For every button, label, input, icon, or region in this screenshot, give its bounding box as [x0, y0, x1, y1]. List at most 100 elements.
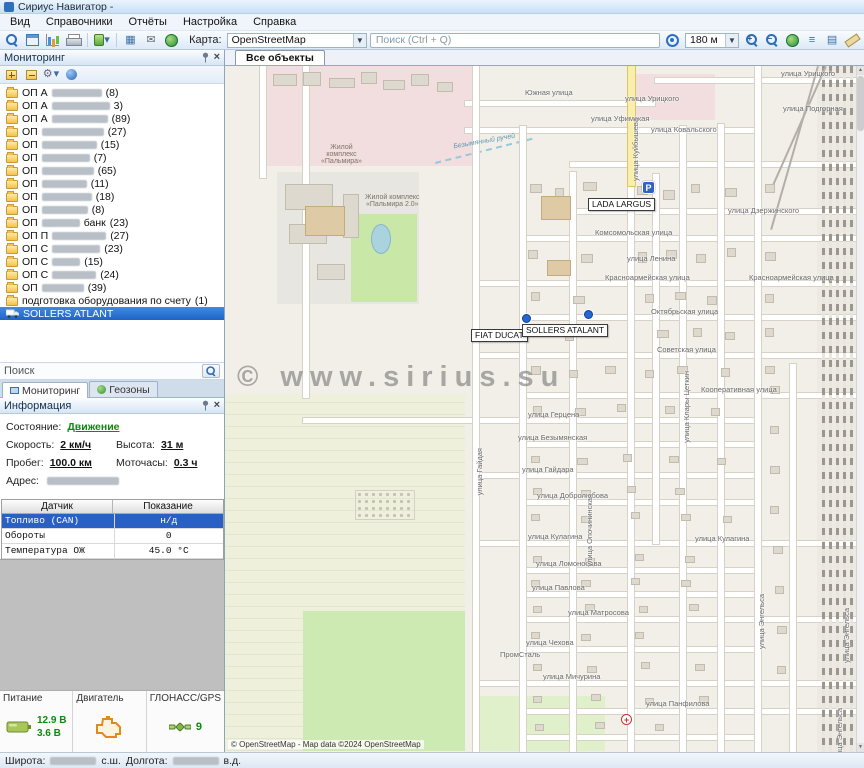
sensor-col-header[interactable]: Датчик [2, 500, 113, 513]
close-icon[interactable]: × [214, 400, 220, 411]
tree-row[interactable]: ОП А3) [0, 99, 224, 112]
window-icon [26, 34, 39, 46]
view-settings-button[interactable]: ⚙▾ [42, 67, 60, 82]
redacted-name [42, 284, 84, 292]
zoom-in-button[interactable]: + [743, 32, 761, 48]
gps-box[interactable]: ГЛОНАСС/GPS 9 [147, 691, 224, 752]
layers-button[interactable]: ▤ [823, 32, 841, 48]
tree-row[interactable]: ОП(8) [0, 203, 224, 216]
chevron-down-icon: ▼ [725, 34, 738, 47]
pin-icon[interactable] [201, 400, 210, 411]
search-tool-button[interactable] [3, 32, 20, 48]
map-tab-all-objects[interactable]: Все объекты [235, 50, 325, 65]
globe-button[interactable] [163, 32, 180, 48]
grid-view-button[interactable]: ▦ [122, 32, 139, 48]
tree-item-count: (89) [112, 113, 131, 125]
scroll-up-arrow[interactable]: ▲ [857, 66, 864, 75]
map-provider-select[interactable]: OpenStreetMap ▼ [227, 33, 367, 48]
street-name-label: улица Куйбышева [631, 118, 640, 181]
building [657, 330, 669, 338]
tab-monitoring[interactable]: Мониторинг [2, 382, 88, 398]
tree-row[interactable]: ОП П(27) [0, 229, 224, 242]
street-name-label: улица Опочининская [585, 494, 594, 567]
hours-value[interactable]: 0.3 ч [174, 457, 198, 469]
building [725, 332, 735, 340]
building [770, 426, 779, 434]
sensor-row[interactable]: Температура ОЖ45.0 °C [2, 544, 223, 559]
mail-button[interactable]: ✉ [142, 32, 159, 48]
tree-row[interactable]: ОП С(23) [0, 242, 224, 255]
street-name-label: Октябрьская улица [651, 307, 718, 316]
earth-button[interactable] [783, 32, 801, 48]
vehicle-marker[interactable] [584, 310, 593, 319]
tree-row[interactable]: ОП А(8) [0, 86, 224, 99]
map-scrollbar[interactable]: ▲ ▼ [856, 66, 864, 752]
building [573, 296, 585, 304]
engine-box[interactable]: Двигатель [73, 691, 146, 752]
folder-icon [6, 206, 18, 215]
tree-row[interactable]: SOLLERS ATLANT [0, 307, 224, 320]
tree-row[interactable]: ОП(39) [0, 281, 224, 294]
tree-row[interactable]: подготовка оборудования по счету(1) [0, 294, 224, 307]
tree-row[interactable]: ОП С(24) [0, 268, 224, 281]
expand-tree-button[interactable] [2, 67, 20, 82]
sensor-row[interactable]: Топливо (CAN)н/д [2, 514, 223, 529]
tree-row[interactable]: ОПбанк(23) [0, 216, 224, 229]
tree-row[interactable]: ОП(18) [0, 190, 224, 203]
tree-row[interactable]: ОП А(89) [0, 112, 224, 125]
tree-row[interactable]: ОП(27) [0, 125, 224, 138]
measure-button[interactable] [843, 32, 861, 48]
locate-button[interactable] [663, 32, 681, 48]
window-tool-button[interactable] [23, 32, 40, 48]
scrollbar-thumb[interactable] [857, 76, 864, 131]
menu-item-3[interactable]: Настройка [175, 15, 245, 29]
street-name-label: улица Ковальского [651, 125, 717, 134]
mileage-value[interactable]: 100.0 км [50, 457, 92, 469]
tree-search-input[interactable] [38, 364, 198, 378]
building [317, 264, 345, 280]
sensor-value: 0 [115, 529, 224, 543]
folder-icon [6, 245, 18, 254]
building [635, 632, 644, 639]
tree-row[interactable]: ОП(11) [0, 177, 224, 190]
power-main-value: 12.9 В [37, 715, 66, 726]
tree-row[interactable]: ОП(15) [0, 138, 224, 151]
tree-row[interactable]: ОП(65) [0, 164, 224, 177]
building [533, 696, 542, 703]
vehicle-label[interactable]: FIAT DUCAT [471, 329, 528, 342]
vehicle-marker[interactable] [522, 314, 531, 323]
building [591, 694, 601, 701]
value-col-header[interactable]: Показание [113, 500, 223, 513]
state-label: Состояние: [6, 421, 61, 433]
scroll-down-arrow[interactable]: ▼ [857, 743, 864, 752]
collapse-tree-button[interactable] [22, 67, 40, 82]
print-button[interactable] [64, 32, 81, 48]
vehicle-label[interactable]: SOLLERS ATALANT [522, 324, 608, 337]
sensor-row[interactable]: Обороты0 [2, 529, 223, 544]
map-canvas[interactable]: © www.sirius.su © OpenStreetMap - Map da… [225, 66, 856, 752]
building [329, 78, 355, 88]
satellite-status-button[interactable] [62, 67, 80, 82]
map-scale-select[interactable]: 180 м ▼ [685, 33, 739, 48]
reports-tool-button[interactable] [44, 32, 61, 48]
style-dropdown-button[interactable]: ▾ [93, 32, 111, 48]
tree-row[interactable]: ОП(7) [0, 151, 224, 164]
tree-row[interactable]: ОП С(15) [0, 255, 224, 268]
menu-item-4[interactable]: Справка [245, 15, 304, 29]
list-button[interactable]: ≡ [803, 32, 821, 48]
power-box[interactable]: Питание 12.9 В 3.6 В [0, 691, 73, 752]
pin-icon[interactable] [201, 52, 210, 63]
menu-item-0[interactable]: Вид [2, 15, 38, 29]
menu-item-1[interactable]: Справочники [38, 15, 121, 29]
tree-search-button[interactable] [202, 364, 220, 378]
tab-geozones[interactable]: Геозоны [89, 381, 157, 397]
global-search-input[interactable] [370, 33, 660, 48]
zoom-out-button[interactable]: − [763, 32, 781, 48]
power-backup-value: 3.6 В [37, 728, 66, 739]
vehicle-label[interactable]: LADA LARGUS [588, 198, 655, 211]
building [707, 296, 717, 305]
state-value[interactable]: Движение [67, 421, 119, 433]
menu-item-2[interactable]: Отчёты [121, 15, 175, 29]
close-icon[interactable]: × [214, 52, 220, 63]
building [569, 370, 578, 378]
